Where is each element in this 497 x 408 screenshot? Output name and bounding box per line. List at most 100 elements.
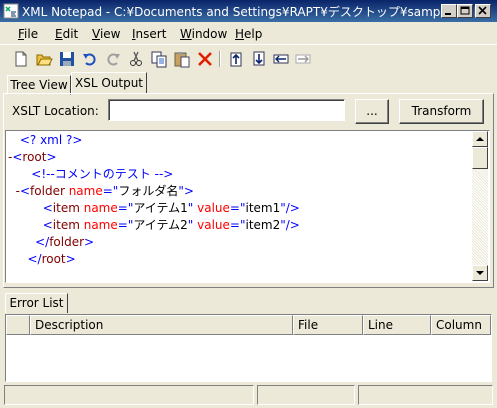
tab-xsl-output[interactable]: XSL Output (71, 72, 147, 94)
code-line: -<folder name="フォルダ名"> (8, 183, 194, 200)
code-token: < (42, 201, 53, 215)
code-line: <? xml ?> (16, 132, 83, 149)
code-token: "/> (280, 201, 300, 215)
code-token: =" (229, 201, 246, 215)
window-title: XML Notepad - C:¥Documents and Settings¥… (22, 5, 484, 19)
arrow-up-icon (476, 137, 484, 141)
scroll-up-button[interactable] (472, 131, 488, 147)
menu-view[interactable]: View (92, 27, 120, 41)
column-header-description[interactable]: Description (30, 315, 293, 335)
code-token: name (79, 201, 118, 215)
menu-help[interactable]: Help (235, 27, 262, 41)
scroll-thumb[interactable] (472, 147, 488, 169)
code-token: =" (229, 218, 246, 232)
code-token: name (79, 218, 118, 232)
vertical-scrollbar[interactable] (472, 131, 488, 281)
app-icon[interactable] (3, 3, 19, 19)
title-bar[interactable]: XML Notepad - C:¥Documents and Settings¥… (0, 0, 497, 22)
redo-icon[interactable] (104, 50, 122, 68)
toolbar (0, 44, 497, 73)
status-panel (358, 385, 493, 405)
error-list-grid[interactable]: Description File Line Column (5, 314, 492, 382)
maximize-button[interactable] (457, 4, 473, 18)
code-token: "> (178, 184, 194, 198)
status-panel (257, 385, 355, 405)
code-line: <item name="アイテム2" value="item2"/> (16, 217, 300, 234)
code-line: </root> (16, 251, 76, 268)
menu-window[interactable]: Window (180, 27, 227, 41)
code-token: > (65, 252, 76, 266)
xslt-location-input[interactable] (108, 99, 345, 121)
code-token: value (193, 201, 230, 215)
code-token: アイテム2 (133, 218, 188, 232)
code-token: > (46, 150, 57, 164)
code-token: < (42, 218, 53, 232)
code-token: root (41, 252, 66, 266)
save-icon[interactable] (58, 50, 76, 68)
code-token: > (84, 235, 95, 249)
column-header-column[interactable]: Column (431, 315, 491, 335)
close-button[interactable] (475, 4, 491, 18)
code-line: <item name="アイテム1" value="item1"/> (16, 200, 300, 217)
code-token: =" (117, 218, 134, 232)
toolbar-separator (219, 51, 221, 67)
code-token: item (52, 201, 80, 215)
nudge-down-icon[interactable] (250, 50, 268, 68)
code-token: folder (30, 184, 65, 198)
code-token: <? (19, 133, 41, 147)
code-token: フォルダ名 (118, 184, 179, 198)
cut-icon[interactable] (127, 50, 145, 68)
copy-icon[interactable] (150, 50, 168, 68)
code-token: name (64, 184, 103, 198)
code-token: xml ?> (40, 133, 83, 147)
browse-button[interactable]: ... (355, 99, 389, 124)
delete-icon[interactable] (196, 50, 214, 68)
transform-button[interactable]: Transform (399, 99, 484, 124)
nudge-right-icon[interactable] (294, 50, 312, 68)
xsl-output-view[interactable]: <? xml ?> -<root> <!--コメントのテスト --> -<fold… (5, 130, 490, 283)
paste-icon[interactable] (173, 50, 191, 68)
code-token: item1 (245, 201, 281, 215)
code-token: <!--コメントのテスト --> (31, 167, 174, 181)
code-token: folder (49, 235, 85, 249)
scroll-down-button[interactable] (472, 265, 488, 281)
code-line: -<root> (8, 149, 57, 166)
status-panel (4, 385, 254, 405)
code-token: </ (35, 235, 50, 249)
arrow-down-icon (476, 271, 484, 275)
undo-icon[interactable] (81, 50, 99, 68)
menu-edit[interactable]: Edit (55, 27, 78, 41)
menu-bar: File Edit View Insert Window Help (0, 22, 497, 44)
menu-file[interactable]: File (18, 27, 38, 41)
column-header-file[interactable]: File (293, 315, 363, 335)
code-token: root (22, 150, 47, 164)
panel-splitter[interactable] (0, 288, 497, 292)
code-token: アイテム1 (133, 201, 188, 215)
xslt-location-label: XSLT Location: (12, 104, 99, 118)
column-header-select[interactable] (6, 315, 30, 335)
code-token: < (12, 150, 23, 164)
code-token: =" (117, 201, 134, 215)
code-token: </ (27, 252, 42, 266)
new-file-icon[interactable] (12, 50, 30, 68)
code-token: item (52, 218, 80, 232)
tab-tree-view[interactable]: Tree View (7, 75, 71, 95)
code-line: <!--コメントのテスト --> (16, 166, 173, 183)
scroll-track[interactable] (472, 169, 488, 265)
maximize-icon (460, 6, 470, 15)
close-icon (478, 6, 487, 15)
nudge-left-icon[interactable] (272, 50, 290, 68)
tab-error-list[interactable]: Error List (5, 293, 68, 313)
nudge-up-icon[interactable] (227, 50, 245, 68)
minimize-button[interactable] (441, 4, 457, 18)
column-header-line[interactable]: Line (363, 315, 431, 335)
code-token: =" (102, 184, 119, 198)
code-token: < (19, 184, 31, 198)
code-line: </folder> (16, 234, 94, 251)
code-token: "/> (280, 218, 300, 232)
code-token: value (193, 218, 230, 232)
menu-insert[interactable]: Insert (132, 27, 166, 41)
minimize-icon (445, 13, 451, 15)
code-token: item2 (245, 218, 281, 232)
open-folder-icon[interactable] (35, 50, 53, 68)
